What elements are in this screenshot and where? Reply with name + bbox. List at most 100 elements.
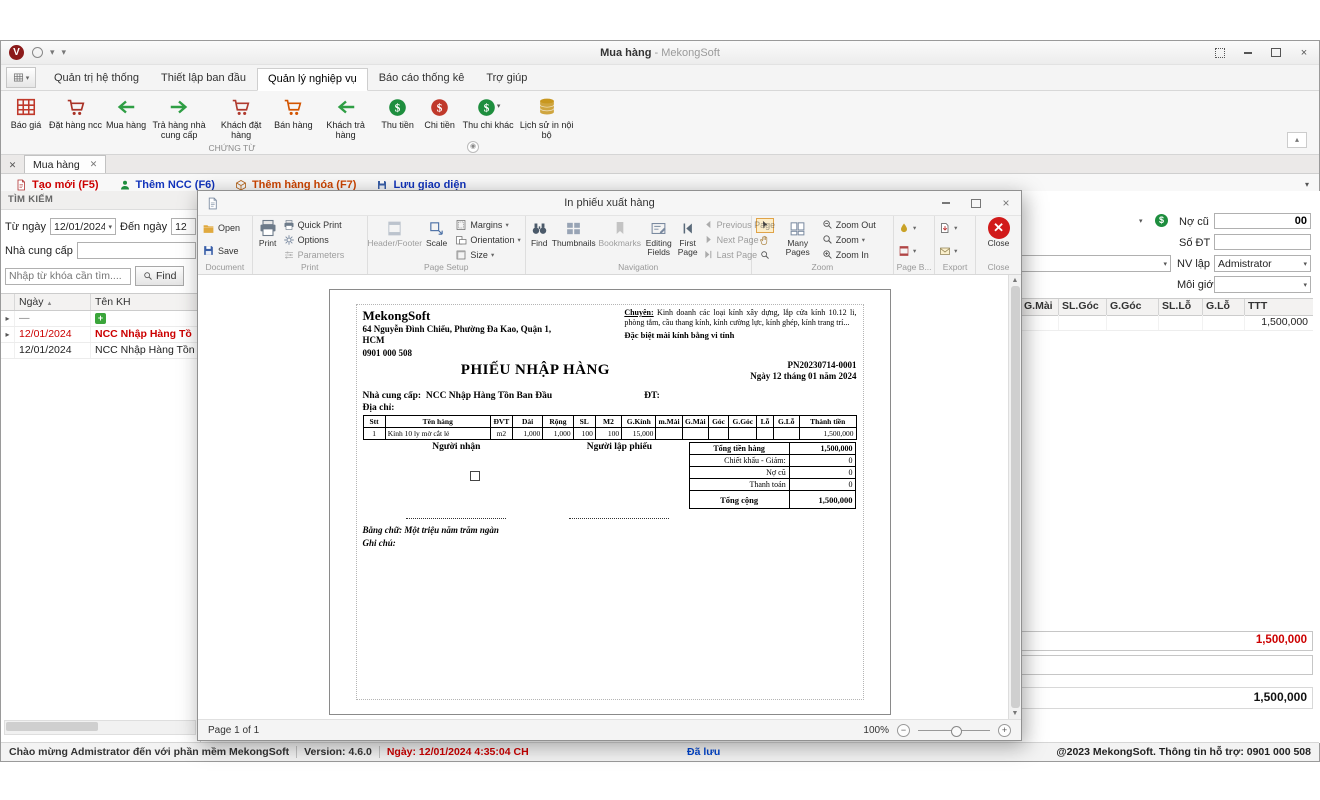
column-header-g-lo[interactable]: G.Lỗ — [1203, 299, 1245, 315]
save-layout-button[interactable]: Lưu giao diện — [376, 179, 466, 191]
add-product-button[interactable]: Thêm hàng hóa (F7) — [235, 179, 357, 191]
ribbon-mua-hang-button[interactable]: Mua hàng — [104, 94, 148, 130]
truncated-combo[interactable]: ▾ — [1021, 255, 1171, 272]
many-pages-button[interactable]: Many Pages — [776, 217, 820, 262]
header-footer-button[interactable]: Header/Footer — [370, 217, 420, 262]
column-header-sl-lo[interactable]: SL.Lỗ — [1159, 299, 1203, 315]
ribbon-chi-tien-button[interactable]: Chi tiền — [419, 94, 461, 130]
scrollbar-thumb[interactable] — [1011, 286, 1020, 708]
doc-tab-mua-hang[interactable]: Mua hàng ✕ — [24, 155, 106, 173]
from-date-combo[interactable]: 12/01/2024 ▾ — [50, 218, 116, 235]
ribbon-khach-tra-hang-button[interactable]: Khách trả hàng — [315, 94, 377, 140]
app-menu-button[interactable]: ▾ — [6, 67, 36, 88]
tab-bao-cao-thong-ke[interactable]: Báo cáo thống kê — [368, 67, 476, 90]
tab-quan-ly-nghiep-vu[interactable]: Quản lý nghiệp vụ — [257, 68, 368, 91]
ribbon-collapse-button[interactable]: ▴ — [1287, 132, 1307, 148]
next-page-button[interactable]: Next Page — [703, 233, 776, 246]
ribbon-thu-tien-button[interactable]: Thu tiền — [377, 94, 419, 130]
close-preview-button[interactable]: ✕ Close — [985, 217, 1013, 262]
dialog-maximize-button[interactable] — [969, 197, 983, 209]
ribbon-khach-dat-hang-button[interactable]: Khách đặt hàng — [210, 94, 272, 140]
ribbon-tra-hang-ncc-button[interactable]: Trả hàng nhà cung cấp — [148, 94, 210, 140]
minimize-button[interactable] — [1241, 47, 1255, 59]
column-header-ttt[interactable]: TTT — [1245, 299, 1311, 315]
chevron-down-icon[interactable]: ▾ — [1139, 217, 1143, 225]
quick-access-icon[interactable] — [32, 47, 43, 58]
grid-new-row[interactable]: ▸ — + — [1, 311, 200, 327]
ribbon-group-launcher-icon[interactable]: ◉ — [467, 141, 479, 153]
ribbon-ban-hang-button[interactable]: Bán hàng — [272, 94, 315, 130]
fullscreen-button[interactable] — [1213, 47, 1227, 59]
orientation-button[interactable]: Orientation▾ — [455, 233, 520, 246]
supplier-input[interactable] — [77, 242, 196, 259]
to-date-combo[interactable]: 12 — [171, 218, 196, 235]
quick-print-button[interactable]: Quick Print — [283, 218, 363, 231]
last-page-button[interactable]: Last Page — [703, 248, 776, 261]
bookmarks-button[interactable]: Bookmarks — [597, 217, 643, 262]
open-button[interactable]: Open — [202, 222, 248, 235]
column-header-sl-goc[interactable]: SL.Góc — [1059, 299, 1107, 315]
tab-thiet-lap-ban-dau[interactable]: Thiết lập ban đầu — [150, 67, 257, 90]
options-button[interactable]: Options — [283, 233, 363, 246]
watermark-button[interactable]: ▾ — [898, 244, 930, 257]
broker-combo[interactable]: ▾ — [1214, 276, 1311, 293]
dialog-close-button[interactable]: × — [999, 197, 1013, 209]
staff-combo[interactable]: Admistrator ▾ — [1214, 255, 1311, 272]
send-email-button[interactable]: ▾ — [939, 244, 971, 257]
create-new-button[interactable]: Tạo mới (F5) — [15, 179, 99, 191]
zoom-out-button[interactable]: Zoom Out — [822, 218, 889, 231]
phone-number-input[interactable] — [1214, 234, 1311, 250]
old-debt-input[interactable] — [1214, 213, 1311, 229]
restore-button[interactable] — [1269, 47, 1283, 59]
zoom-in-button-small[interactable]: + — [998, 724, 1011, 737]
grid-row-1[interactable]: ▸ 12/01/2024 NCC Nhập Hàng Tồ — [1, 327, 200, 343]
size-button[interactable]: Size▾ — [455, 248, 520, 261]
find-button-preview[interactable]: Find — [528, 217, 551, 262]
detail-grid-row[interactable]: 1,500,000 — [1021, 315, 1313, 331]
keyword-search-input[interactable] — [5, 268, 131, 285]
first-page-button[interactable]: First Page — [675, 217, 701, 262]
scrollbar-thumb[interactable] — [6, 722, 98, 731]
chevron-down-icon[interactable]: ▾ — [50, 47, 55, 58]
parameters-button[interactable]: Parameters — [283, 248, 363, 261]
grid-row-2[interactable]: 12/01/2024 NCC Nhập Hàng Tồn — [1, 343, 200, 359]
page-color-button[interactable]: ▾ — [898, 222, 930, 235]
toolbar-customize-icon[interactable]: ▾ — [62, 47, 67, 58]
ribbon-lich-su-in-noi-bo-button[interactable]: Lịch sử in nội bộ — [516, 94, 578, 140]
close-button[interactable]: × — [1297, 47, 1311, 59]
ribbon-bao-gia-button[interactable]: Báo giá — [5, 94, 47, 130]
zoom-in-button[interactable]: Zoom In — [822, 248, 889, 261]
dialog-title-bar[interactable]: In phiếu xuất hàng × — [198, 191, 1021, 215]
column-header-g-goc[interactable]: G.Góc — [1107, 299, 1159, 315]
zoom-slider[interactable] — [918, 730, 990, 731]
tab-tro-giup[interactable]: Trợ giúp — [475, 67, 538, 90]
scroll-down-icon[interactable]: ▼ — [1012, 710, 1019, 717]
dialog-minimize-button[interactable] — [939, 197, 953, 209]
column-header-g-mai[interactable]: G.Mài — [1021, 299, 1059, 315]
scale-button[interactable]: Scale — [420, 217, 454, 262]
vertical-scrollbar[interactable]: ▲ ▼ — [1008, 275, 1021, 719]
margins-button[interactable]: Margins▾ — [455, 218, 520, 231]
save-button[interactable]: Save — [202, 244, 248, 257]
column-header-ten-kh[interactable]: Tên KH — [91, 294, 200, 310]
zoom-button[interactable]: Zoom▾ — [822, 233, 889, 246]
close-all-tabs-button[interactable]: ✕ — [5, 158, 20, 172]
zoom-out-button-small[interactable]: − — [897, 724, 910, 737]
print-button[interactable]: Print — [255, 217, 281, 262]
horizontal-scrollbar[interactable] — [4, 720, 196, 735]
editing-fields-button[interactable]: Editing Fields — [643, 217, 675, 262]
zoom-slider-knob[interactable] — [951, 726, 962, 737]
ribbon-thu-chi-khac-button[interactable]: ▾ Thu chi khác — [461, 94, 516, 130]
preview-area[interactable]: MekongSoft 64 Nguyễn Đình Chiểu, Phường … — [198, 275, 1021, 720]
tab-quan-tri-he-thong[interactable]: Quản trị hệ thống — [43, 67, 150, 90]
thumbnails-button[interactable]: Thumbnails — [551, 217, 597, 262]
export-document-button[interactable]: ▾ — [939, 222, 971, 235]
scroll-up-icon[interactable]: ▲ — [1012, 277, 1019, 284]
ribbon-dat-hang-ncc-button[interactable]: Đặt hàng ncc — [47, 94, 104, 130]
add-row-icon[interactable]: + — [95, 313, 106, 324]
find-button[interactable]: Find — [135, 266, 184, 286]
previous-page-button[interactable]: Previous Page — [703, 218, 776, 231]
app-logo-icon[interactable]: V — [9, 45, 24, 60]
action-bar-expand-icon[interactable]: ▾ — [1305, 180, 1309, 189]
tab-close-icon[interactable]: ✕ — [90, 159, 98, 170]
